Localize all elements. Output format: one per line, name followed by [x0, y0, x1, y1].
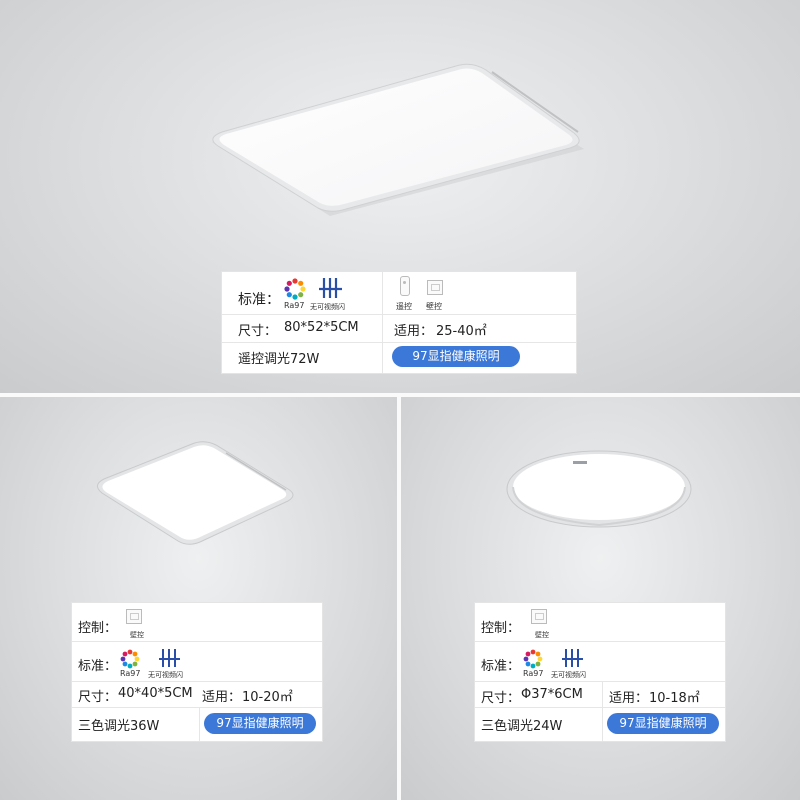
no-flicker-icon — [159, 649, 180, 667]
ra97-color-wheel-icon — [284, 278, 306, 300]
divider — [222, 314, 576, 315]
divider — [475, 641, 725, 642]
dimming-spec: 遥控调光72W — [238, 352, 320, 367]
no-flicker-icon — [319, 278, 342, 298]
square-ceiling-light — [97, 441, 294, 545]
remote-label: 遥控 — [396, 302, 412, 311]
wall-control-label: 壁控 — [426, 302, 442, 311]
area-value: 25-40㎡ — [436, 324, 487, 339]
dimming-spec: 三色调光24W — [481, 719, 563, 734]
no-flicker-label: 无可视频闪 — [148, 671, 183, 679]
size-value: Φ37*6CM — [521, 687, 583, 702]
divider — [72, 641, 322, 642]
no-flicker-icon — [562, 649, 583, 667]
product-photo-large-rect: 标准： Ra97 无可视频闪 遥控 壁控 尺寸： 80*52*5CM 适用： 2… — [0, 0, 800, 393]
area-value: 10-18㎡ — [649, 691, 700, 706]
ra97-color-wheel-icon — [120, 649, 140, 669]
area-value: 10-20㎡ — [242, 690, 293, 705]
wall-switch-icon — [531, 609, 547, 624]
dimming-spec: 三色调光36W — [78, 719, 160, 734]
standard-label: 标准： — [481, 659, 521, 674]
size-label: 尺寸： — [78, 690, 118, 705]
size-label: 尺寸： — [481, 691, 521, 706]
rect-ceiling-light-large — [212, 63, 584, 216]
control-label: 控制： — [78, 621, 118, 636]
health-lighting-badge: 97显指健康照明 — [204, 713, 316, 734]
size-value: 80*52*5CM — [284, 320, 359, 335]
area-label: 适用： — [609, 691, 649, 706]
spec-card-square: 控制： 壁控 标准： Ra97 无可视频闪 尺寸： 40*40*5CM 适用： … — [71, 602, 323, 742]
size-label: 尺寸： — [238, 324, 278, 339]
area-label: 适用： — [202, 690, 242, 705]
standard-label: 标准： — [238, 292, 280, 308]
size-value: 40*40*5CM — [118, 686, 193, 701]
divider — [222, 342, 576, 343]
no-flicker-label: 无可视频闪 — [551, 671, 586, 679]
health-lighting-badge: 97显指健康照明 — [392, 346, 520, 367]
divider — [475, 681, 725, 682]
ra97-label: Ra97 — [284, 301, 305, 310]
wall-switch-icon — [126, 609, 142, 624]
remote-icon — [400, 276, 410, 296]
wall-control-label: 壁控 — [535, 631, 549, 639]
ra97-label: Ra97 — [523, 669, 544, 678]
divider — [72, 681, 322, 682]
divider — [602, 681, 603, 741]
divider — [475, 707, 725, 708]
product-photo-round: 控制： 壁控 标准： Ra97 无可视频闪 尺寸： Φ37*6CM 适用： 10… — [401, 397, 800, 800]
spec-card-top: 标准： Ra97 无可视频闪 遥控 壁控 尺寸： 80*52*5CM 适用： 2… — [221, 271, 577, 374]
ra97-label: Ra97 — [120, 669, 141, 678]
area-label: 适用： — [394, 324, 434, 339]
ra97-color-wheel-icon — [523, 649, 543, 669]
round-ceiling-light — [506, 450, 692, 528]
no-flicker-label: 无可视频闪 — [310, 303, 345, 311]
health-lighting-badge: 97显指健康照明 — [607, 713, 719, 734]
wall-control-label: 壁控 — [130, 631, 144, 639]
standard-label: 标准： — [78, 659, 118, 674]
divider — [72, 707, 322, 708]
divider — [382, 272, 383, 373]
product-photo-square: 控制： 壁控 标准： Ra97 无可视频闪 尺寸： 40*40*5CM 适用： … — [0, 397, 397, 800]
control-label: 控制： — [481, 621, 521, 636]
spec-card-round: 控制： 壁控 标准： Ra97 无可视频闪 尺寸： Φ37*6CM 适用： 10… — [474, 602, 726, 742]
divider — [199, 707, 200, 741]
wall-switch-icon — [427, 280, 443, 295]
